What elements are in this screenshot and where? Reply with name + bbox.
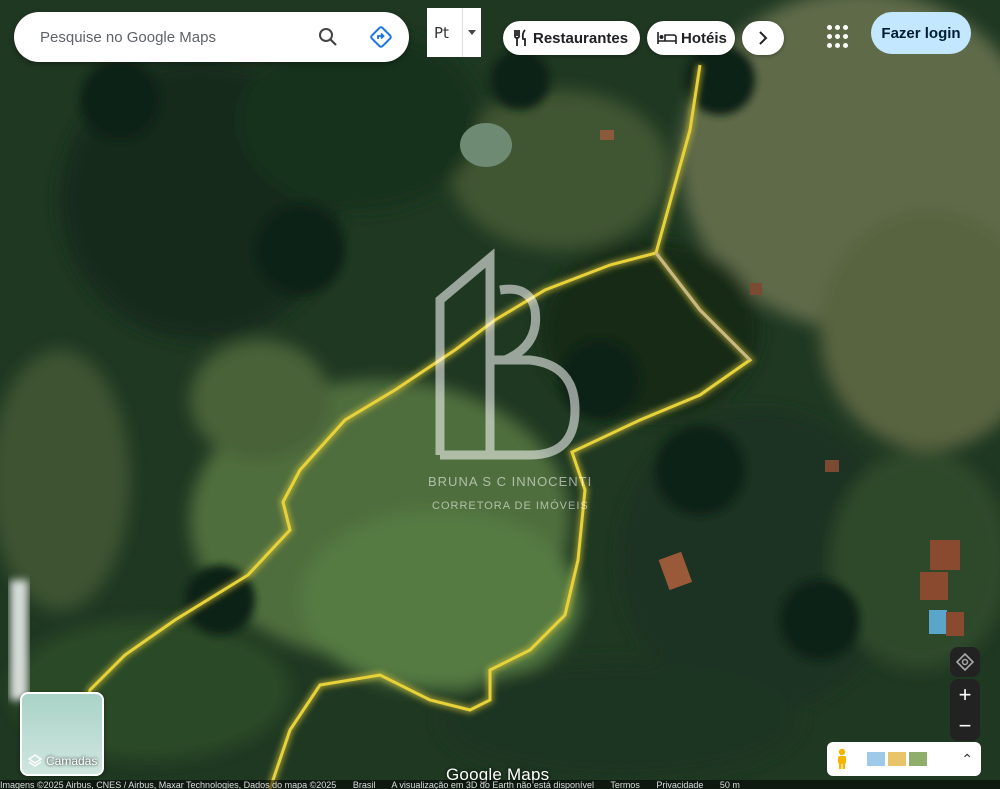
layers-label: Camadas	[46, 754, 98, 768]
expand-up-icon[interactable]: ⌃	[961, 751, 973, 768]
my-location-button[interactable]	[950, 647, 980, 677]
privacy-link[interactable]: Privacidade	[656, 780, 703, 789]
language-select[interactable]: Pt	[427, 8, 481, 57]
watermark-subtitle-text: CORRETORA DE IMÓVEIS	[432, 500, 589, 512]
layers-icon	[28, 754, 42, 767]
attribution-imagery: Imagens ©2025 Airbus, CNES / Airbus, Max…	[0, 780, 337, 789]
more-chips-button[interactable]	[742, 21, 784, 55]
layers-button[interactable]: Camadas	[20, 692, 104, 776]
map-options-panel: ⌃	[827, 742, 981, 776]
terms-link[interactable]: Termos	[610, 780, 640, 789]
attribution-bar: Imagens ©2025 Airbus, CNES / Airbus, Max…	[0, 780, 1000, 789]
directions-icon[interactable]	[369, 25, 393, 49]
layers-label-group: Camadas	[28, 754, 97, 768]
fork-knife-icon	[513, 29, 529, 47]
satellite-map[interactable]	[0, 0, 1000, 789]
zoom-controls: + −	[950, 679, 980, 741]
attribution-notice: A visualização em 3D do Earth não está d…	[391, 780, 594, 789]
location-target-icon	[956, 653, 974, 671]
chevron-right-icon	[759, 31, 768, 45]
restaurants-label: Restaurantes	[533, 29, 629, 47]
thumbnail-terrain[interactable]	[867, 752, 885, 766]
map-thumbnails	[867, 752, 927, 766]
search-box	[14, 12, 409, 62]
zoom-out-button[interactable]: −	[950, 710, 980, 741]
language-value: Pt	[434, 23, 449, 42]
zoom-in-button[interactable]: +	[950, 679, 980, 710]
hotels-chip[interactable]: Hotéis	[647, 21, 735, 55]
search-input[interactable]	[38, 27, 302, 47]
thumbnail-traffic[interactable]	[888, 752, 906, 766]
scale-label[interactable]: 50 m	[720, 780, 740, 789]
restaurants-chip[interactable]: Restaurantes	[503, 21, 640, 55]
thumbnail-satellite[interactable]	[909, 752, 927, 766]
bed-icon	[657, 31, 677, 45]
attribution-country[interactable]: Brasil	[353, 780, 376, 789]
login-button[interactable]: Fazer login	[871, 12, 971, 54]
hotels-label: Hotéis	[681, 29, 727, 47]
watermark-brand-text: BRUNA S C INNOCENTI	[428, 474, 593, 489]
dropdown-arrow-icon	[462, 8, 481, 57]
google-apps-icon[interactable]	[824, 22, 854, 52]
search-icon[interactable]	[316, 25, 340, 49]
street-view-pegman-icon[interactable]	[827, 742, 857, 776]
